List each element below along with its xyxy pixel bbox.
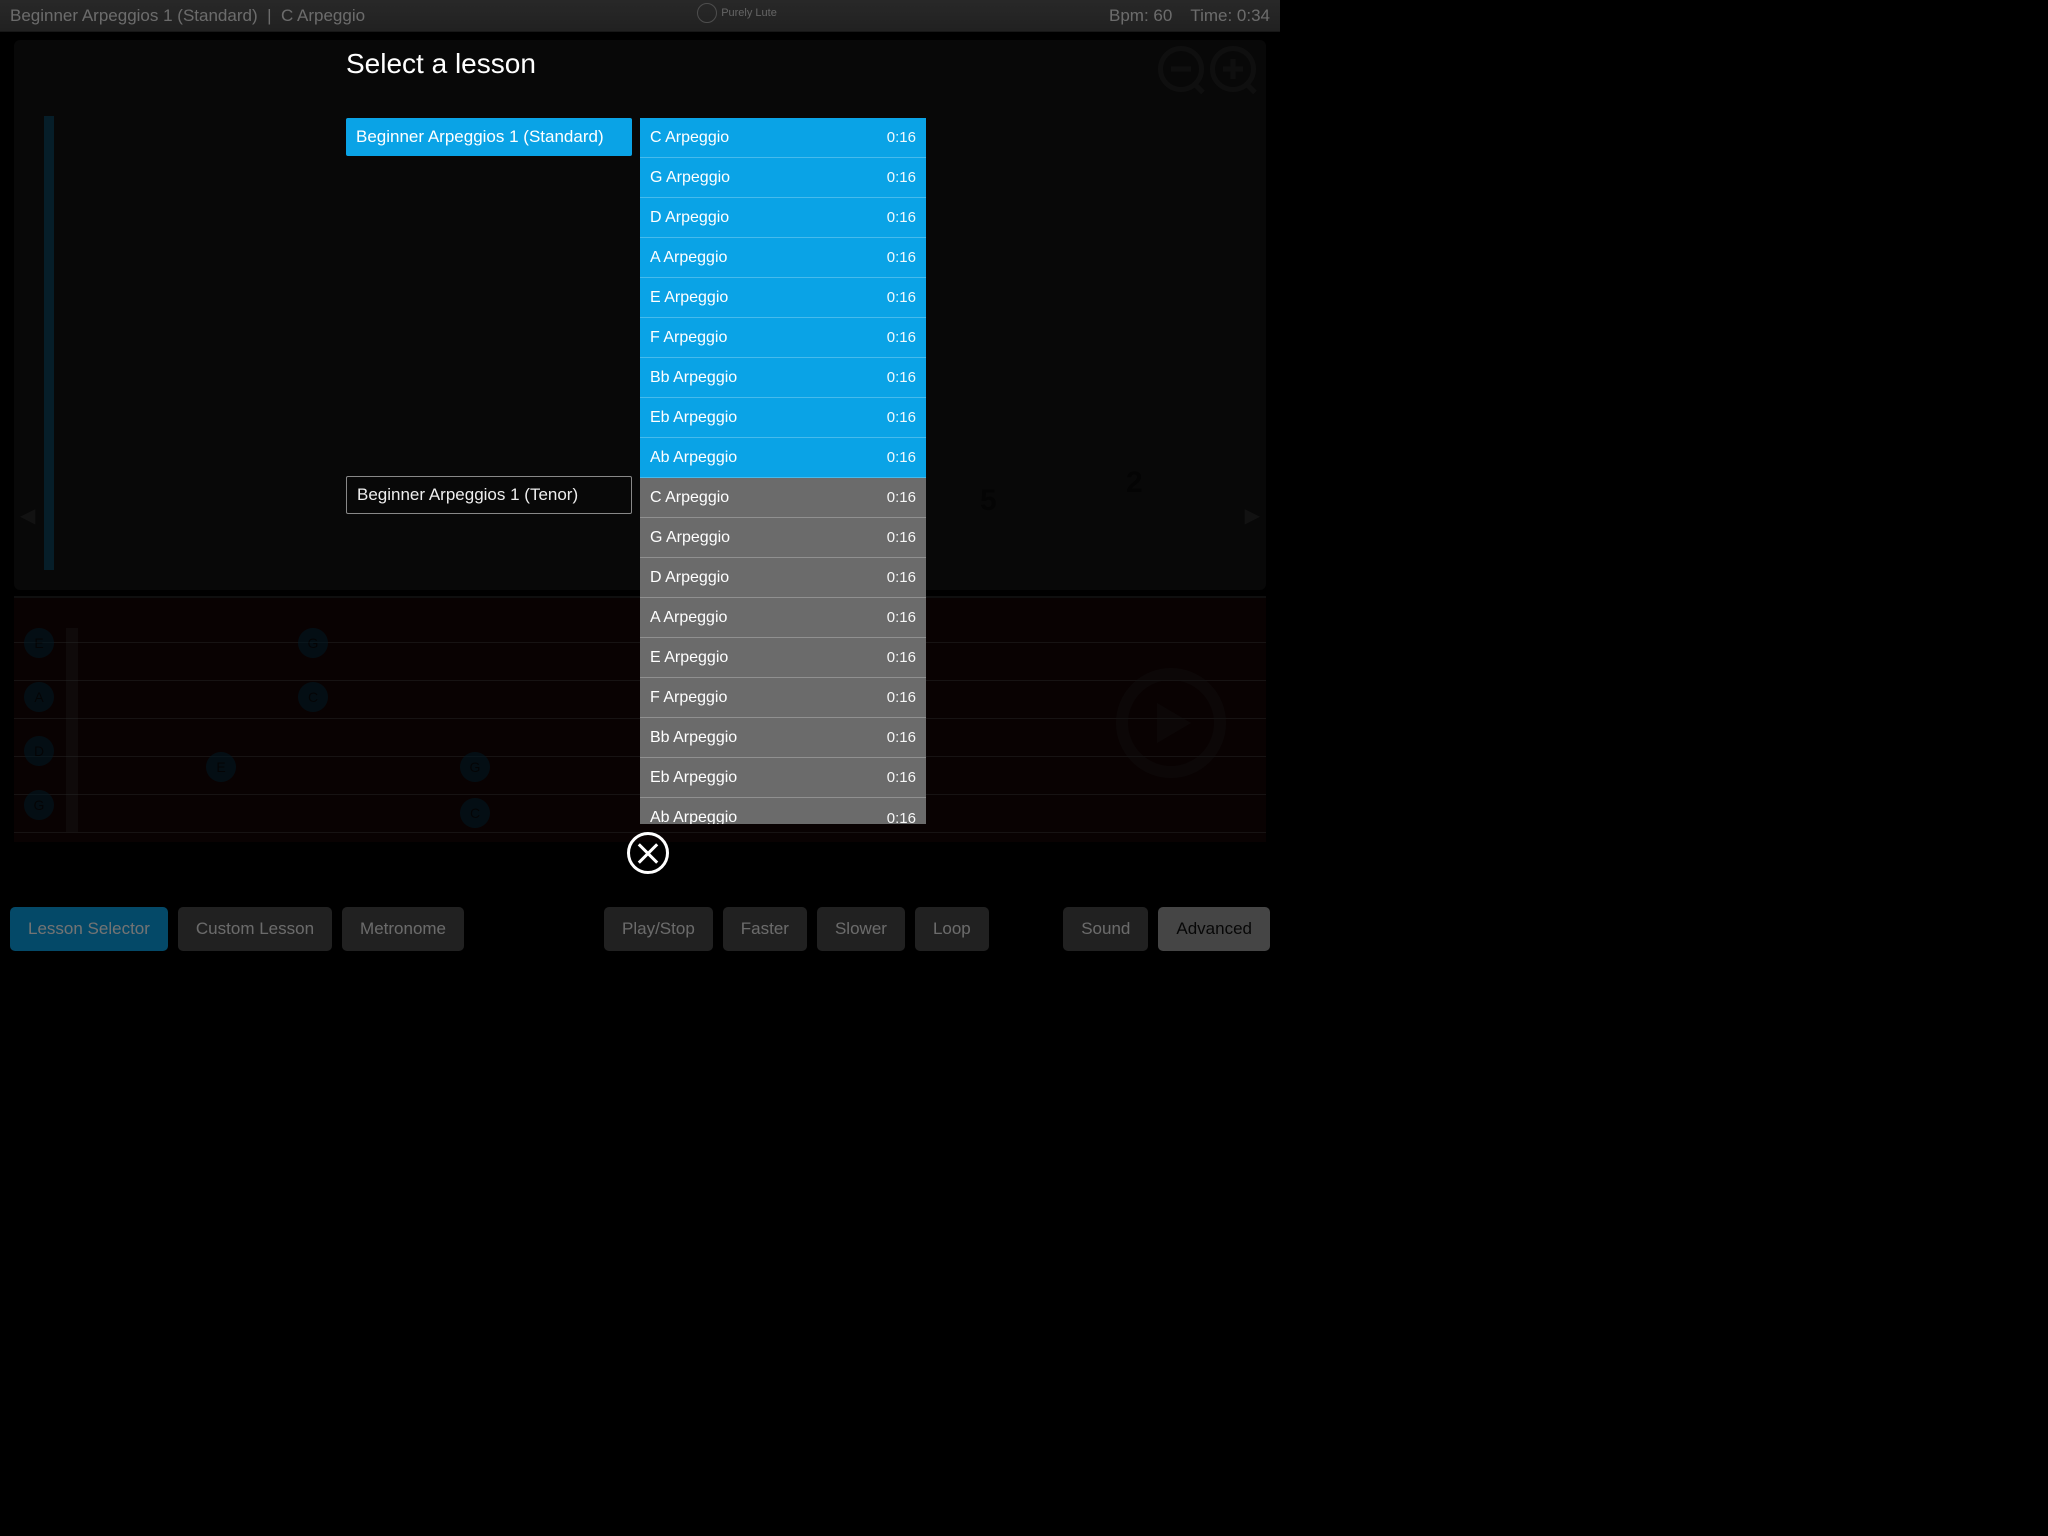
lesson-item[interactable]: F Arpeggio 0:16 — [640, 678, 926, 718]
lesson-name: D Arpeggio — [650, 209, 729, 227]
lesson-item[interactable]: E Arpeggio 0:16 — [640, 638, 926, 678]
lesson-duration: 0:16 — [887, 729, 916, 746]
category-item[interactable]: Beginner Arpeggios 1 (Standard) — [346, 118, 632, 156]
lesson-duration: 0:16 — [887, 529, 916, 546]
lesson-name: A Arpeggio — [650, 249, 727, 267]
lesson-name: Ab Arpeggio — [650, 449, 737, 467]
lesson-item[interactable]: Eb Arpeggio 0:16 — [640, 758, 926, 798]
lesson-name: Ab Arpeggio — [650, 809, 737, 824]
lesson-name: E Arpeggio — [650, 289, 728, 307]
lesson-list[interactable]: C Arpeggio 0:16 G Arpeggio 0:16 D Arpeggio 0:… — [640, 118, 926, 824]
lesson-name: G Arpeggio — [650, 529, 730, 547]
lesson-duration: 0:16 — [887, 689, 916, 706]
lesson-selector-modal: Select a lesson Beginner Arpeggios 1 (St… — [0, 0, 1280, 960]
lesson-duration: 0:16 — [887, 449, 916, 466]
lesson-duration: 0:16 — [887, 769, 916, 786]
lesson-item[interactable]: F Arpeggio 0:16 — [640, 318, 926, 358]
lesson-duration: 0:16 — [887, 369, 916, 386]
lesson-duration: 0:16 — [887, 209, 916, 226]
lesson-item[interactable]: C Arpeggio 0:16 — [640, 118, 926, 158]
lesson-item[interactable]: A Arpeggio 0:16 — [640, 238, 926, 278]
lesson-item[interactable]: Bb Arpeggio 0:16 — [640, 718, 926, 758]
lesson-duration: 0:16 — [887, 649, 916, 666]
lesson-duration: 0:16 — [887, 329, 916, 346]
lesson-duration: 0:16 — [887, 409, 916, 426]
lesson-duration: 0:16 — [887, 569, 916, 586]
lesson-duration: 0:16 — [887, 810, 916, 825]
lesson-name: A Arpeggio — [650, 609, 727, 627]
lesson-name: E Arpeggio — [650, 649, 728, 667]
lesson-duration: 0:16 — [887, 129, 916, 146]
lesson-duration: 0:16 — [887, 489, 916, 506]
lesson-duration: 0:16 — [887, 289, 916, 306]
lesson-item[interactable]: A Arpeggio 0:16 — [640, 598, 926, 638]
lesson-item[interactable]: Eb Arpeggio 0:16 — [640, 398, 926, 438]
modal-title: Select a lesson — [346, 48, 536, 80]
lesson-item[interactable]: Ab Arpeggio 0:16 — [640, 798, 926, 824]
lesson-duration: 0:16 — [887, 169, 916, 186]
lesson-name: Eb Arpeggio — [650, 769, 737, 787]
lesson-item[interactable]: E Arpeggio 0:16 — [640, 278, 926, 318]
lesson-name: Bb Arpeggio — [650, 729, 737, 747]
lesson-name: G Arpeggio — [650, 169, 730, 187]
lesson-name: Eb Arpeggio — [650, 409, 737, 427]
lesson-item[interactable]: C Arpeggio 0:16 — [640, 478, 926, 518]
category-list: Beginner Arpeggios 1 (Standard) Beginner… — [346, 118, 632, 514]
lesson-item[interactable]: G Arpeggio 0:16 — [640, 518, 926, 558]
close-icon[interactable] — [627, 832, 669, 874]
lesson-item[interactable]: Ab Arpeggio 0:16 — [640, 438, 926, 478]
lesson-name: Bb Arpeggio — [650, 369, 737, 387]
lesson-name: C Arpeggio — [650, 489, 729, 507]
category-item[interactable]: Beginner Arpeggios 1 (Tenor) — [346, 476, 632, 514]
lesson-name: D Arpeggio — [650, 569, 729, 587]
lesson-name: F Arpeggio — [650, 689, 727, 707]
lesson-item[interactable]: G Arpeggio 0:16 — [640, 158, 926, 198]
lesson-name: F Arpeggio — [650, 329, 727, 347]
lesson-name: C Arpeggio — [650, 129, 729, 147]
lesson-item[interactable]: D Arpeggio 0:16 — [640, 198, 926, 238]
lesson-duration: 0:16 — [887, 249, 916, 266]
lesson-item[interactable]: Bb Arpeggio 0:16 — [640, 358, 926, 398]
lesson-item[interactable]: D Arpeggio 0:16 — [640, 558, 926, 598]
lesson-duration: 0:16 — [887, 609, 916, 626]
